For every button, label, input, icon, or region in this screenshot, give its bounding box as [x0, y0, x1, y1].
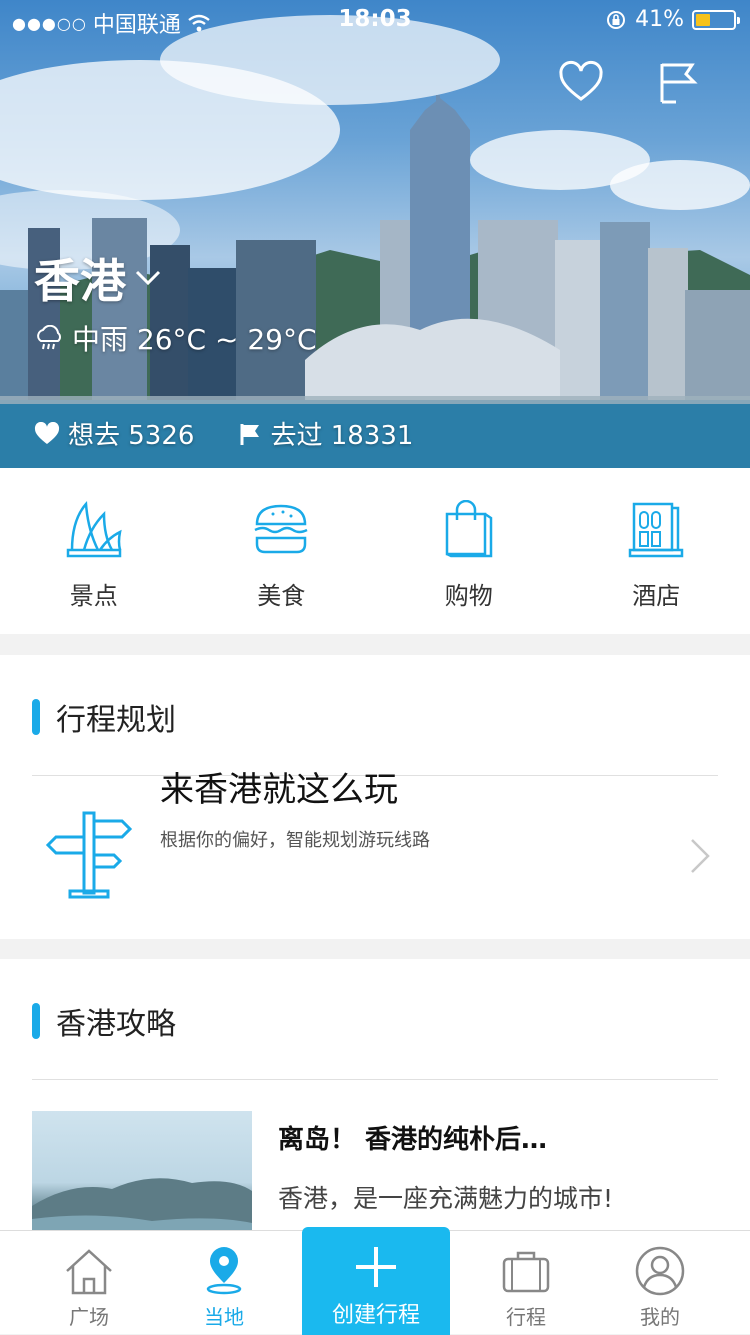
- want-to-go-count: 想去 5326: [68, 415, 194, 452]
- visited[interactable]: 去过 18331: [238, 415, 413, 452]
- dropdown-chevron-icon: [134, 268, 162, 288]
- tab-label: 行程: [506, 1301, 546, 1330]
- city-selector[interactable]: 香港: [34, 245, 162, 311]
- suitcase-icon: [500, 1245, 552, 1297]
- article-thumbnail: [32, 1111, 252, 1241]
- rotation-lock-icon: [605, 9, 627, 31]
- weather-info: 中雨 26°C ~ 29°C: [34, 318, 317, 358]
- divider: [32, 1079, 718, 1080]
- tab-label: 我的: [640, 1301, 680, 1330]
- tab-local[interactable]: 当地: [159, 1231, 289, 1335]
- battery-percent: 41%: [635, 7, 684, 32]
- category-label: 购物: [445, 576, 493, 611]
- battery-icon: [692, 10, 736, 30]
- guide-section: 香港攻略 离岛！ 香港的纯朴后… 香港，是一座充满魅力的城市!: [0, 959, 750, 1234]
- section-title: 香港攻略: [56, 999, 176, 1043]
- signpost-icon: [44, 809, 134, 899]
- hero-banner: ●●●○○ 中国联通 18:03 41% 香港: [0, 0, 750, 468]
- tab-label: 当地: [204, 1301, 244, 1330]
- category-bar: 景点 美食 购物 酒店: [0, 468, 750, 634]
- section-accent-bar: [32, 1003, 40, 1039]
- city-stats: 想去 5326 去过 18331: [34, 415, 413, 452]
- heart-filled-icon: [34, 422, 60, 446]
- city-name: 香港: [34, 245, 126, 311]
- burger-icon: [251, 500, 311, 558]
- tab-me[interactable]: 我的: [595, 1231, 725, 1335]
- rain-cloud-icon: [34, 325, 64, 351]
- category-food[interactable]: 美食: [188, 468, 376, 634]
- tab-label: 创建行程: [332, 1297, 420, 1329]
- tab-label: 广场: [69, 1301, 109, 1330]
- hotel-building-icon: [626, 500, 686, 558]
- section-header: 行程规划: [32, 695, 176, 739]
- flag-icon[interactable]: [656, 60, 702, 106]
- trip-plan-title: 来香港就这么玩: [160, 762, 398, 811]
- category-label: 景点: [70, 576, 118, 611]
- tab-plaza[interactable]: 广场: [24, 1231, 154, 1335]
- section-header: 香港攻略: [32, 999, 176, 1043]
- trip-plan-subtitle: 根据你的偏好，智能规划游玩线路: [160, 826, 430, 852]
- category-label: 酒店: [632, 576, 680, 611]
- category-label: 美食: [257, 576, 305, 611]
- hong-kong-skyline-image: [0, 0, 750, 468]
- chevron-right-icon: [688, 836, 712, 876]
- create-trip-button[interactable]: 创建行程: [302, 1227, 450, 1335]
- trip-planning-section: 行程规划 来香港就这么玩 根据你的偏好，智能规划游玩线路: [0, 655, 750, 939]
- trip-plan-card[interactable]: 来香港就这么玩 根据你的偏好，智能规划游玩线路: [0, 776, 750, 939]
- section-accent-bar: [32, 699, 40, 735]
- flag-filled-icon: [238, 422, 262, 446]
- category-hotel[interactable]: 酒店: [563, 468, 750, 634]
- opera-house-icon: [64, 500, 124, 558]
- heart-icon[interactable]: [558, 60, 604, 106]
- category-sights[interactable]: 景点: [0, 468, 188, 634]
- section-title: 行程规划: [56, 695, 176, 739]
- shopping-bag-icon: [439, 500, 499, 558]
- house-icon: [63, 1245, 115, 1297]
- tab-itinerary[interactable]: 行程: [461, 1231, 591, 1335]
- plus-icon: [352, 1243, 400, 1291]
- visited-count: 去过 18331: [270, 415, 413, 452]
- article-title: 离岛！ 香港的纯朴后…: [278, 1119, 547, 1156]
- user-icon: [634, 1245, 686, 1297]
- status-bar: ●●●○○ 中国联通 18:03 41%: [0, 0, 750, 40]
- category-shopping[interactable]: 购物: [375, 468, 563, 634]
- bottom-tab-bar: 广场 当地 创建行程 行程 我的: [0, 1230, 750, 1334]
- article-summary: 香港，是一座充满魅力的城市!: [278, 1179, 613, 1215]
- weather-text: 中雨 26°C ~ 29°C: [72, 318, 317, 358]
- want-to-go[interactable]: 想去 5326: [34, 415, 194, 452]
- location-pin-icon: [198, 1245, 250, 1297]
